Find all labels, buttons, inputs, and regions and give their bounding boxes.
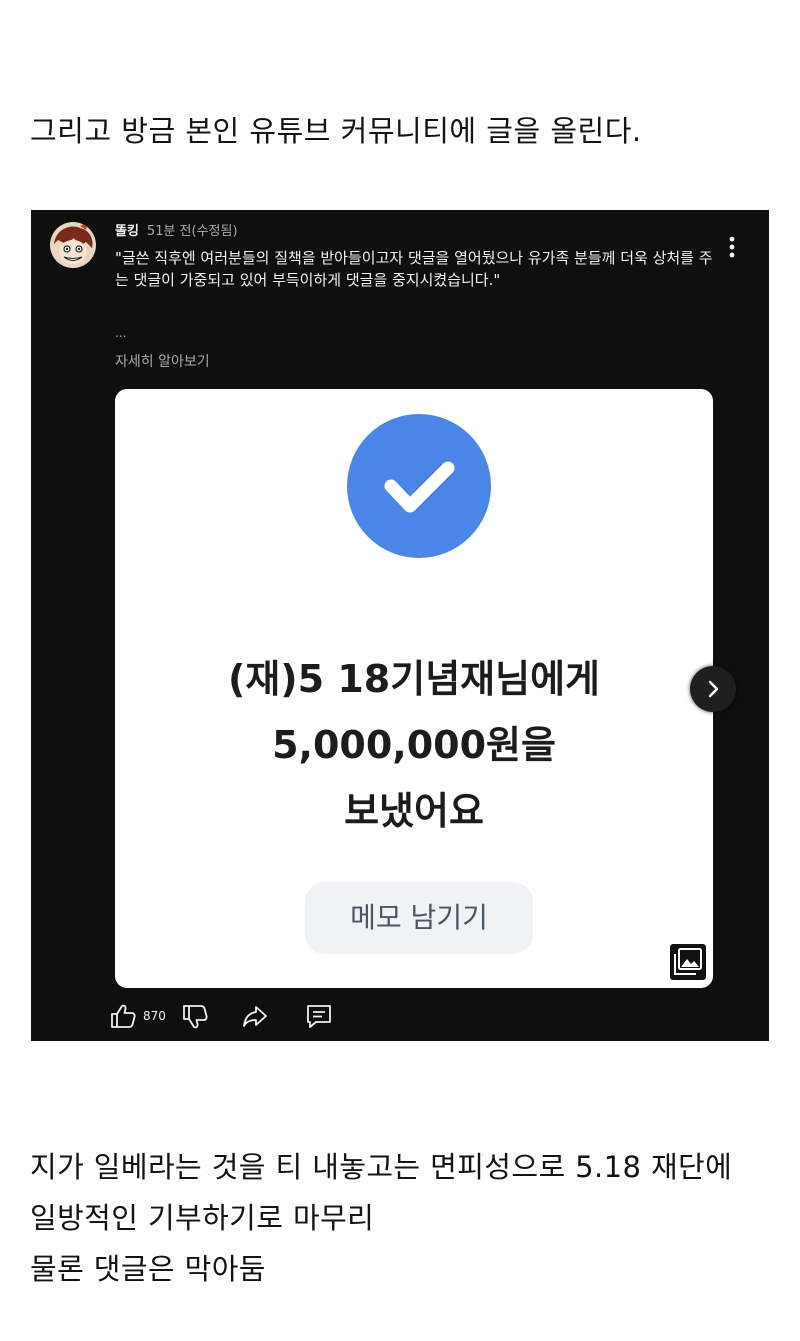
- thumb-down-icon[interactable]: [181, 1002, 209, 1034]
- like-count: 870: [143, 1009, 166, 1023]
- chevron-right-icon: [708, 680, 719, 698]
- community-post-screenshot: 똘킹 51분 전(수정됨) "글쓴 직후엔 여러분들의 질책을 받아들이고자 댓글…: [31, 210, 769, 1041]
- gallery-icon[interactable]: [670, 944, 706, 980]
- confirm-line-recipient: (재)5 18기념재님에게: [227, 657, 600, 701]
- intro-text: 그리고 방금 본인 유튜브 커뮤니티에 글을 올린다.: [30, 114, 642, 148]
- thumb-up-icon[interactable]: [109, 1002, 137, 1034]
- post-ellipsis: ...: [115, 326, 127, 340]
- closing-line-1: 지가 일베라는 것을 티 내놓고는 면피성으로 5.18 재단에: [30, 1150, 733, 1184]
- post-time: 51분 전(수정됨): [146, 224, 238, 239]
- transfer-image-card[interactable]: (재)5 18기념재님에게 5,000,000원을 보냈어요 메모 남기기: [115, 389, 713, 988]
- next-image-button[interactable]: [690, 666, 736, 712]
- post-text: "글쓴 직후엔 여러분들의 질책을 받아들이고자 댓글을 열어뒀으나 유가족 분…: [115, 249, 713, 289]
- confirm-line-sent: 보냈어요: [344, 789, 484, 833]
- leave-memo-button[interactable]: 메모 남기기: [305, 882, 533, 954]
- read-more-link[interactable]: 자세히 알아보기: [115, 352, 210, 372]
- post-meta: 똘킹 51분 전(수정됨): [115, 223, 238, 241]
- share-icon[interactable]: [241, 1002, 269, 1034]
- more-vertical-icon[interactable]: [719, 234, 745, 260]
- closing-line-2: 일방적인 기부하기로 마무리: [30, 1201, 375, 1235]
- check-circle-icon: [347, 414, 491, 558]
- author-name[interactable]: 똘킹: [115, 224, 139, 239]
- closing-line-3: 물론 댓글은 막아둠: [30, 1252, 266, 1286]
- closing-text: 지가 일베라는 것을 티 내놓고는 면피성으로 5.18 재단에 일방적인 기부…: [30, 1142, 732, 1295]
- transfer-confirmation: (재)5 18기념재님에게 5,000,000원을 보냈어요: [115, 646, 713, 844]
- confirm-line-amount: 5,000,000원을: [272, 723, 556, 767]
- avatar[interactable]: [50, 222, 96, 268]
- comment-icon[interactable]: [305, 1002, 333, 1034]
